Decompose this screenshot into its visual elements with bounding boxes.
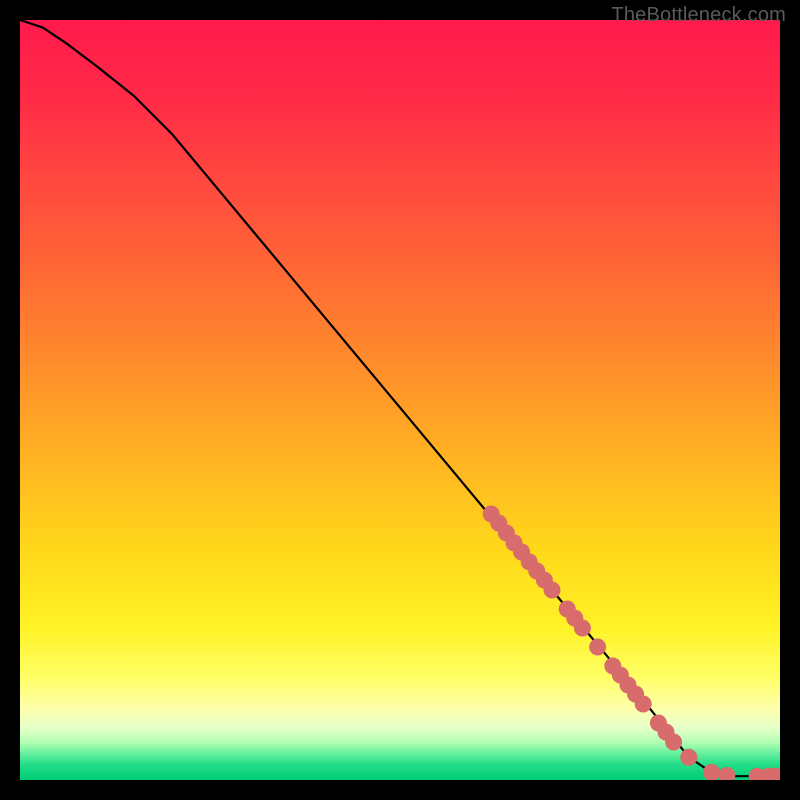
heat-gradient-background	[20, 20, 780, 780]
chart-frame: TheBottleneck.com	[20, 20, 780, 780]
data-point	[544, 582, 561, 599]
data-point	[574, 620, 591, 637]
data-point	[665, 734, 682, 751]
watermark-text: TheBottleneck.com	[611, 4, 786, 27]
data-point	[680, 749, 697, 766]
data-point	[589, 639, 606, 656]
bottleneck-chart	[20, 20, 780, 780]
data-point	[635, 696, 652, 713]
